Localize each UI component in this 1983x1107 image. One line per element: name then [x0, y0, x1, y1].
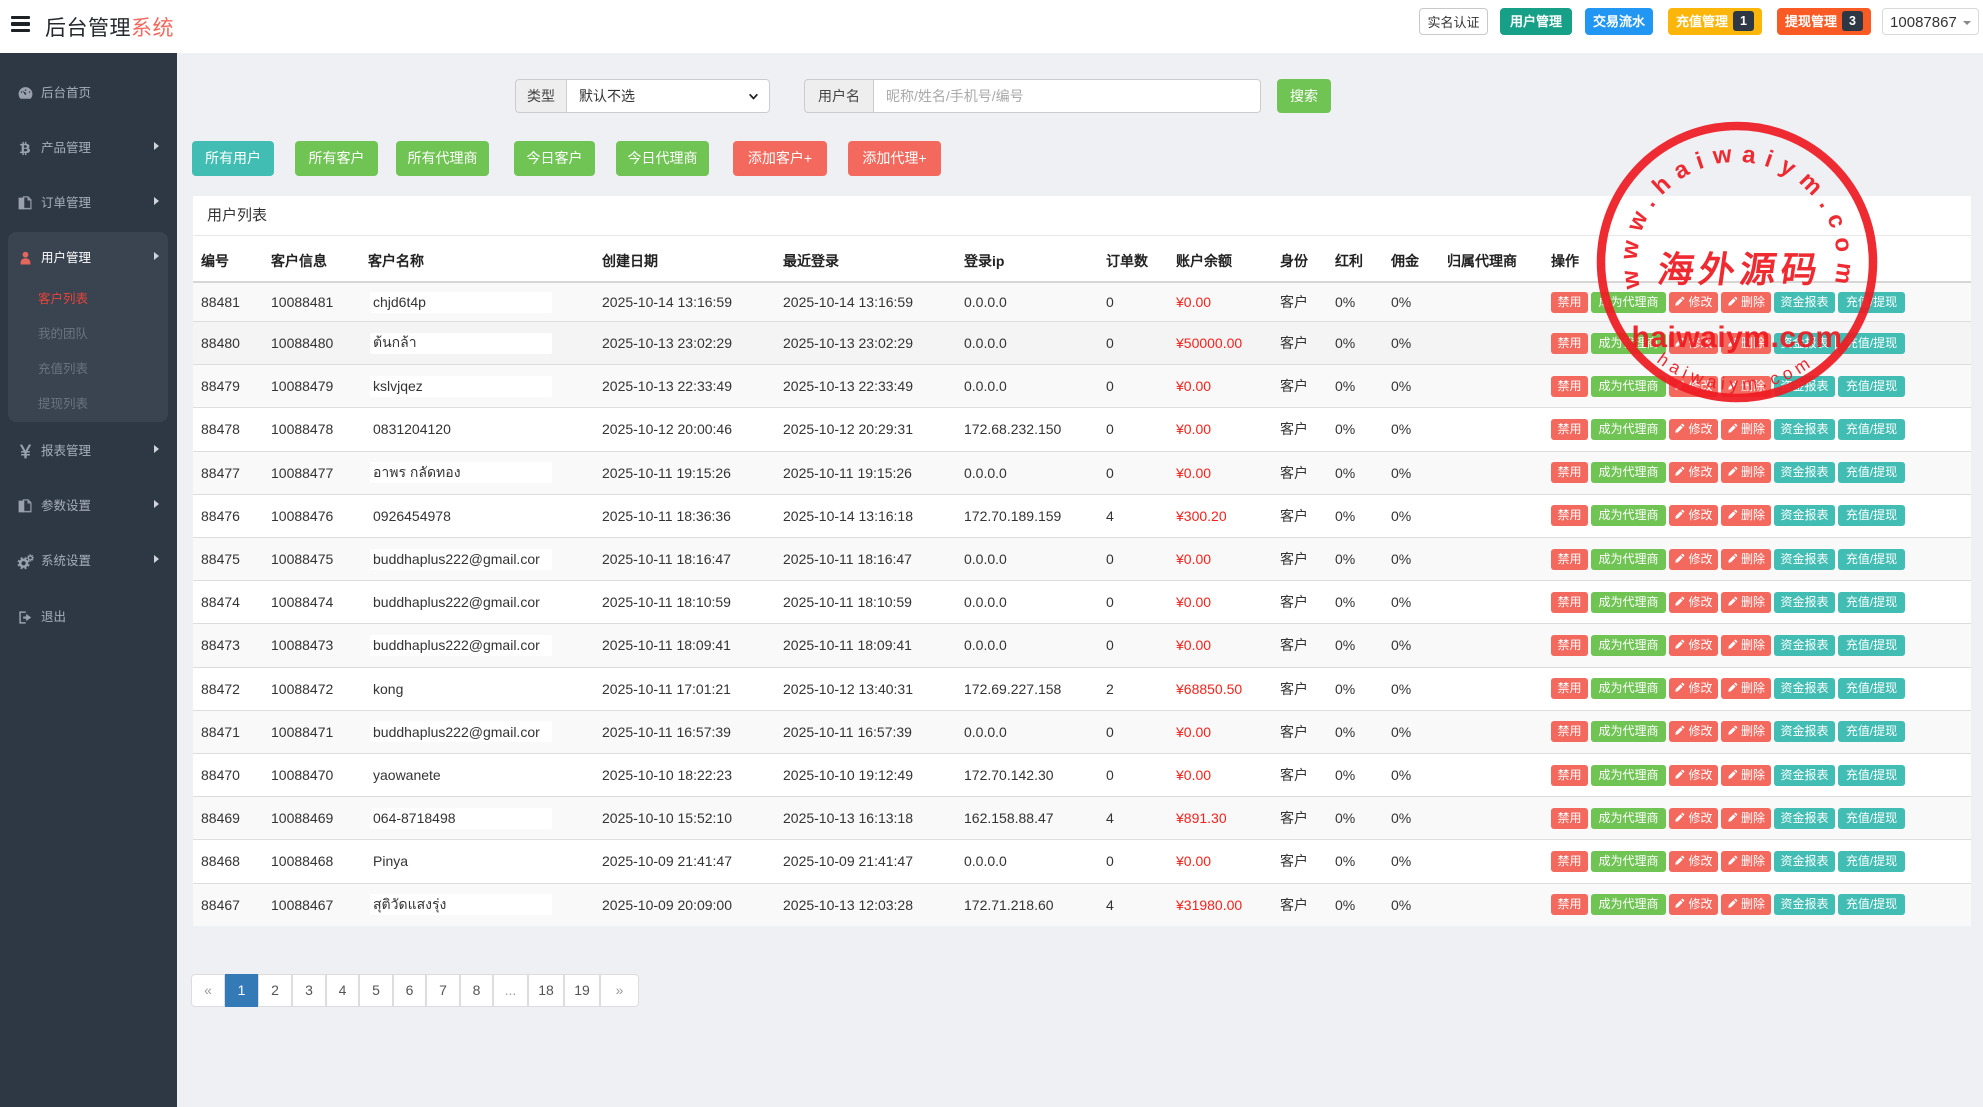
svg-text:海外源码: 海外源码: [1655, 250, 1825, 290]
svg-text:haiwaiym.com: haiwaiym.com: [1631, 321, 1842, 354]
